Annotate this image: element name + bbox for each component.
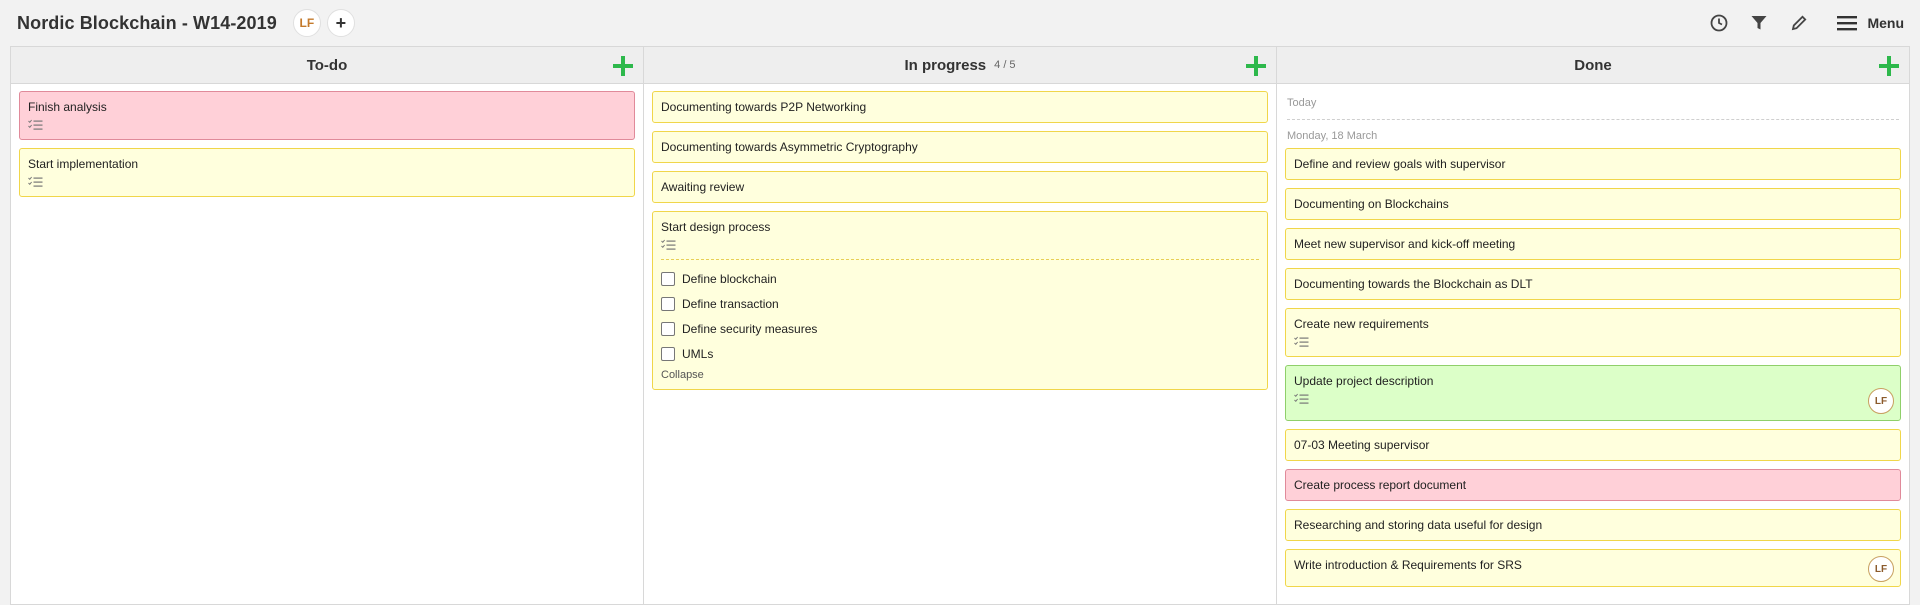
card[interactable]: Researching and storing data useful for … xyxy=(1285,509,1901,541)
checklist-item-label: Define blockchain xyxy=(682,271,777,286)
card[interactable]: Meet new supervisor and kick-off meeting xyxy=(1285,228,1901,260)
card[interactable]: Documenting towards P2P Networking xyxy=(652,91,1268,123)
card-title: Documenting towards Asymmetric Cryptogra… xyxy=(661,140,918,154)
card-title: Documenting towards P2P Networking xyxy=(661,100,867,114)
column-header: To-do xyxy=(11,47,643,84)
checklist-icon xyxy=(28,119,626,131)
toolbar: Menu xyxy=(1699,0,1904,46)
menu-button[interactable]: Menu xyxy=(1837,15,1904,31)
card-title: Start implementation xyxy=(28,157,139,171)
card[interactable]: Finish analysis xyxy=(19,91,635,140)
hamburger-icon xyxy=(1837,16,1858,31)
card[interactable]: Awaiting review xyxy=(652,171,1268,203)
column-title: Done xyxy=(1574,56,1612,74)
card-title: Create process report document xyxy=(1294,478,1467,492)
card[interactable]: Update project description LF xyxy=(1285,365,1901,421)
checkbox[interactable] xyxy=(661,296,675,311)
collapse-link[interactable]: Collapse xyxy=(661,369,1259,381)
card[interactable]: Write introduction & Requirements for SR… xyxy=(1285,549,1901,587)
card-title: Define and review goals with supervisor xyxy=(1294,157,1506,171)
checklist-item-label: UMLs xyxy=(682,346,714,361)
column-header: Done xyxy=(1277,47,1909,84)
column-body: Today Monday, 18 March Define and review… xyxy=(1277,84,1909,602)
user-avatar[interactable]: LF xyxy=(292,9,321,37)
checklist-item: Define security measures xyxy=(661,316,1259,341)
card[interactable]: Create process report document xyxy=(1285,469,1901,501)
checklist-item-label: Define security measures xyxy=(682,321,818,336)
column-done: Done Today Monday, 18 March Define and r… xyxy=(1277,47,1909,604)
clock-icon[interactable] xyxy=(1699,0,1739,46)
assignee-avatar[interactable]: LF xyxy=(1868,388,1894,414)
card[interactable]: Define and review goals with supervisor xyxy=(1285,148,1901,180)
column-body: Finish analysis Start implementation xyxy=(11,84,643,212)
column-todo: To-do Finish analysis Start implementati… xyxy=(11,47,644,604)
add-card-icon[interactable] xyxy=(611,54,635,78)
add-card-icon[interactable] xyxy=(1244,54,1268,78)
card[interactable]: 07-03 Meeting supervisor xyxy=(1285,429,1901,461)
card-title: Create new requirements xyxy=(1294,317,1429,331)
checklist-item: Define blockchain xyxy=(661,266,1259,291)
column-header: In progress 4 / 5 xyxy=(644,47,1276,84)
card-title: Documenting on Blockchains xyxy=(1294,197,1449,211)
checklist-icon xyxy=(28,176,626,188)
pencil-icon[interactable] xyxy=(1779,0,1819,46)
checkbox[interactable] xyxy=(661,321,675,336)
date-group-label: Today xyxy=(1287,97,1317,109)
column-title: In progress xyxy=(904,56,987,74)
card[interactable]: Create new requirements xyxy=(1285,308,1901,357)
checklist-icon xyxy=(1294,393,1892,405)
add-card-icon[interactable] xyxy=(1877,54,1901,78)
card[interactable]: Documenting towards Asymmetric Cryptogra… xyxy=(652,131,1268,163)
card-title: Awaiting review xyxy=(661,180,745,194)
kanban-board: To-do Finish analysis Start implementati… xyxy=(10,46,1910,605)
checkbox[interactable] xyxy=(661,346,675,361)
top-bar: Nordic Blockchain - W14-2019 LF + Menu xyxy=(0,0,1920,46)
checklist-icon xyxy=(661,239,1259,251)
date-group-label: Monday, 18 March xyxy=(1287,130,1378,142)
column-title: To-do xyxy=(306,56,348,74)
checklist-icon xyxy=(1294,336,1892,348)
card-title: 07-03 Meeting supervisor xyxy=(1294,438,1430,452)
card[interactable]: Start implementation xyxy=(19,148,635,197)
checkbox[interactable] xyxy=(661,271,675,286)
assignee-avatar[interactable]: LF xyxy=(1868,556,1894,582)
card-title: Update project description xyxy=(1294,374,1434,388)
wip-count: 4 / 5 xyxy=(994,59,1016,71)
card-expanded[interactable]: Start design process Define blockchain D… xyxy=(652,211,1268,390)
menu-label: Menu xyxy=(1867,15,1904,31)
filter-icon[interactable] xyxy=(1739,0,1779,46)
column-body: Documenting towards P2P Networking Docum… xyxy=(644,84,1276,405)
card-title: Finish analysis xyxy=(28,100,107,114)
checklist: Define blockchain Define transaction Def… xyxy=(661,259,1259,381)
card[interactable]: Documenting on Blockchains xyxy=(1285,188,1901,220)
board-title: Nordic Blockchain - W14-2019 xyxy=(17,12,277,33)
card-title: Researching and storing data useful for … xyxy=(1294,518,1543,532)
date-divider xyxy=(1287,119,1899,120)
card-title: Documenting towards the Blockchain as DL… xyxy=(1294,277,1533,291)
card-title: Meet new supervisor and kick-off meeting xyxy=(1294,237,1516,251)
column-in-progress: In progress 4 / 5 Documenting towards P2… xyxy=(644,47,1277,604)
checklist-item: Define transaction xyxy=(661,291,1259,316)
add-member-button[interactable]: + xyxy=(326,9,355,37)
card-title: Write introduction & Requirements for SR… xyxy=(1294,558,1522,572)
checklist-item: UMLs xyxy=(661,341,1259,366)
card[interactable]: Documenting towards the Blockchain as DL… xyxy=(1285,268,1901,300)
card-title: Start design process xyxy=(661,220,771,234)
checklist-item-label: Define transaction xyxy=(682,296,779,311)
